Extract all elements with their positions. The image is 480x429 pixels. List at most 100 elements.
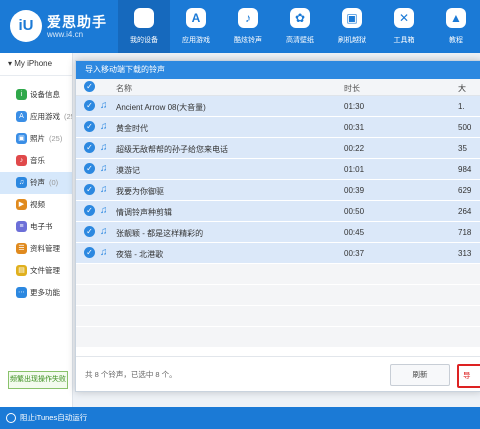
tools-icon: ✕ bbox=[394, 8, 414, 28]
table-row[interactable]: ✓ ♫ Ancient Arrow 08(大音量) 01:30 1. bbox=[76, 96, 480, 117]
ringtone-size: 264 bbox=[458, 207, 472, 216]
ringtone-duration: 01:30 bbox=[344, 102, 365, 111]
column-name[interactable]: 名称 bbox=[116, 83, 132, 94]
bell-icon: ♪ bbox=[238, 8, 258, 28]
graduation-icon: ▲ bbox=[446, 8, 466, 28]
sidebar-item-file-management[interactable]: ▤ 文件管理 bbox=[0, 260, 72, 282]
sidebar-item-count: (25) bbox=[64, 112, 72, 121]
sidebar-item-count: (25) bbox=[49, 134, 63, 143]
bell-icon: ♫ bbox=[100, 226, 108, 237]
empty-row bbox=[76, 264, 480, 285]
nav-label: 酷炫铃声 bbox=[234, 37, 262, 44]
ringtone-size: 984 bbox=[458, 165, 472, 174]
ringtone-size: 718 bbox=[458, 228, 472, 237]
selection-summary: 共 8 个铃声，已选中 8 个。 bbox=[85, 370, 177, 379]
brand-url: www.i4.cn bbox=[47, 30, 84, 39]
sidebar-item-label: 设备信息 bbox=[30, 90, 60, 99]
table-row[interactable]: ✓ ♫ 张靓颖 - 都是这样精彩的 00:45 718 bbox=[76, 222, 480, 243]
video-icon: ▶ bbox=[16, 199, 27, 210]
ringtone-duration: 00:50 bbox=[344, 207, 365, 216]
column-duration[interactable]: 时长 bbox=[344, 83, 360, 94]
ringtone-name: 张靓颖 - 都是这样精彩的 bbox=[116, 229, 204, 238]
sidebar: ▾ My iPhone i 设备信息 A 应用游戏 (25) ▣ 照片 (25) ♪… bbox=[0, 53, 73, 407]
bell-icon: ♫ bbox=[100, 205, 108, 216]
row-checkbox[interactable]: ✓ bbox=[84, 184, 95, 195]
import-button[interactable]: 导 bbox=[457, 364, 480, 388]
column-size[interactable]: 大 bbox=[458, 83, 466, 94]
bell-icon: ♫ bbox=[100, 163, 108, 174]
ringtone-icon: ♫ bbox=[16, 177, 27, 188]
sidebar-item-label: 音乐 bbox=[30, 156, 45, 165]
empty-row bbox=[76, 285, 480, 306]
nav-flash-jailbreak[interactable]: ▣ 刷机越狱 bbox=[326, 0, 378, 53]
sidebar-item-photos[interactable]: ▣ 照片 (25) bbox=[0, 128, 72, 150]
nav-apps-games[interactable]: A 应用游戏 bbox=[170, 0, 222, 53]
import-ringtones-dialog: 导入移动端下载的铃声 ✓ 名称 时长 大 ✓ ♫ Ancient Arrow 0… bbox=[75, 60, 480, 392]
status-toggle-icon[interactable] bbox=[6, 413, 16, 423]
sidebar-item-label: 电子书 bbox=[30, 222, 53, 231]
refresh-button[interactable]: 刷新 bbox=[390, 364, 450, 386]
table-row[interactable]: ✓ ♫ 我要为你御驱 00:39 629 bbox=[76, 180, 480, 201]
sidebar-item-label: 应用游戏 bbox=[30, 112, 60, 121]
ringtone-name: 情调铃声种剪辑 bbox=[116, 208, 172, 217]
ringtone-duration: 00:39 bbox=[344, 186, 365, 195]
ringtone-size: 35 bbox=[458, 144, 467, 153]
ringtone-duration: 00:45 bbox=[344, 228, 365, 237]
row-checkbox[interactable]: ✓ bbox=[84, 205, 95, 216]
device-name: My iPhone bbox=[14, 59, 53, 68]
row-checkbox[interactable]: ✓ bbox=[84, 121, 95, 132]
sidebar-item-ringtones[interactable]: ♫ 铃声 (0) bbox=[0, 172, 72, 194]
nav-label: 高清壁纸 bbox=[286, 37, 314, 44]
table-row[interactable]: ✓ ♫ 黄金时代 00:31 500 bbox=[76, 117, 480, 138]
device-selector[interactable]: ▾ My iPhone bbox=[0, 53, 72, 76]
sidebar-item-apps[interactable]: A 应用游戏 (25) bbox=[0, 106, 72, 128]
dialog-title: 导入移动端下载的铃声 bbox=[76, 61, 480, 79]
bell-icon: ♫ bbox=[100, 121, 108, 132]
row-checkbox[interactable]: ✓ bbox=[84, 247, 95, 258]
row-checkbox[interactable]: ✓ bbox=[84, 100, 95, 111]
select-all-checkbox[interactable]: ✓ bbox=[84, 81, 95, 92]
nav-label: 我的设备 bbox=[130, 37, 158, 44]
sidebar-item-more[interactable]: ⋯ 更多功能 bbox=[0, 282, 72, 304]
nav-label: 工具箱 bbox=[393, 37, 415, 44]
row-checkbox[interactable]: ✓ bbox=[84, 142, 95, 153]
nav-label: 教程 bbox=[449, 37, 463, 44]
table-row[interactable]: ✓ ♫ 漠游记 01:01 984 bbox=[76, 159, 480, 180]
folder-icon: ▤ bbox=[16, 265, 27, 276]
dialog-footer: 共 8 个铃声，已选中 8 个。 刷新 导 bbox=[76, 356, 480, 391]
ringtone-size: 313 bbox=[458, 249, 472, 258]
sidebar-item-ebooks[interactable]: ≡ 电子书 bbox=[0, 216, 72, 238]
ringtone-name: 黄金时代 bbox=[116, 124, 148, 133]
bell-icon: ♫ bbox=[100, 142, 108, 153]
sidebar-item-device-info[interactable]: i 设备信息 bbox=[0, 84, 72, 106]
nav-toolbox[interactable]: ✕ 工具箱 bbox=[378, 0, 430, 53]
sidebar-item-label: 视频 bbox=[30, 200, 45, 209]
box-icon: ▣ bbox=[342, 8, 362, 28]
ringtone-duration: 00:22 bbox=[344, 144, 365, 153]
brand-name: 爱思助手 bbox=[47, 14, 107, 30]
nav-wallpapers[interactable]: ✿ 高清壁纸 bbox=[274, 0, 326, 53]
nav-tutorials[interactable]: ▲ 教程 bbox=[430, 0, 480, 53]
table-header: ✓ 名称 时长 大 bbox=[76, 79, 480, 96]
nav-my-device[interactable]: 我的设备 bbox=[118, 0, 170, 53]
sidebar-item-music[interactable]: ♪ 音乐 bbox=[0, 150, 72, 172]
feedback-link[interactable]: 频繁出现操作失败 bbox=[8, 371, 68, 389]
flower-icon: ✿ bbox=[290, 8, 310, 28]
table-row[interactable]: ✓ ♫ 夜猫 - 北港歌 00:37 313 bbox=[76, 243, 480, 264]
itunes-autorun-label[interactable]: 阻止iTunes自动运行 bbox=[20, 412, 87, 423]
table-row[interactable]: ✓ ♫ 超级无敌帮帮的孙子给您来电话 00:22 35 bbox=[76, 138, 480, 159]
sidebar-item-data-management[interactable]: ☰ 资料管理 bbox=[0, 238, 72, 260]
apple-icon bbox=[134, 8, 154, 28]
ringtone-duration: 00:37 bbox=[344, 249, 365, 258]
sidebar-item-count: (0) bbox=[49, 178, 59, 187]
top-bar: iU 爱思助手 www.i4.cn 我的设备 A 应用游戏 ♪ 酷炫铃声 ✿ 高… bbox=[0, 0, 480, 53]
empty-row bbox=[76, 327, 480, 348]
sidebar-item-video[interactable]: ▶ 视频 bbox=[0, 194, 72, 216]
status-bar: 阻止iTunes自动运行 bbox=[0, 407, 480, 429]
nav-ringtones[interactable]: ♪ 酷炫铃声 bbox=[222, 0, 274, 53]
table-row[interactable]: ✓ ♫ 情调铃声种剪辑 00:50 264 bbox=[76, 201, 480, 222]
ringtone-size: 500 bbox=[458, 123, 472, 132]
row-checkbox[interactable]: ✓ bbox=[84, 226, 95, 237]
sidebar-item-label: 照片 bbox=[30, 134, 45, 143]
row-checkbox[interactable]: ✓ bbox=[84, 163, 95, 174]
